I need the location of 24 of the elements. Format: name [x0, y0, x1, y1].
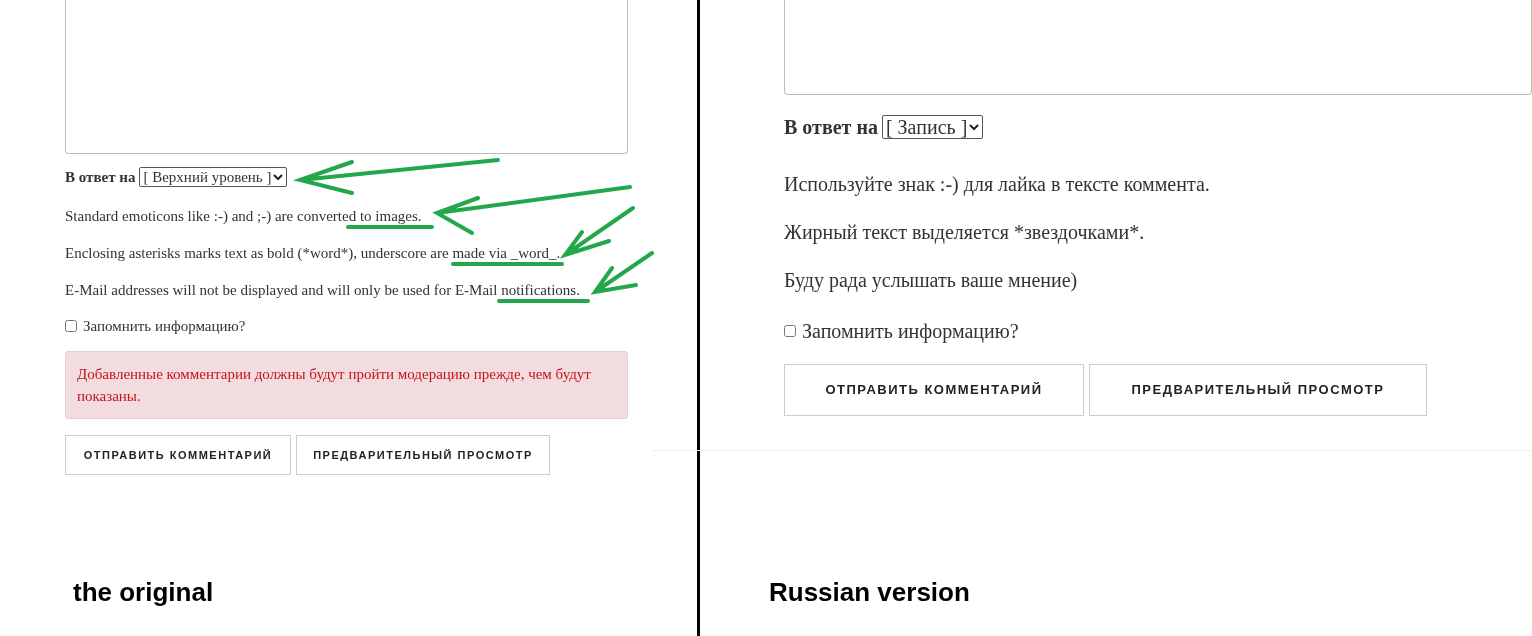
form-button[interactable]: ОТПРАВИТЬ КОММЕНТАРИЙ: [784, 364, 1084, 416]
remember-label: Запомнить информацию?: [802, 319, 1019, 345]
hint-text: Enclosing asterisks marks text as bold (*word*), underscore are made via _word_.: [65, 243, 561, 262]
chevron-down-icon: [273, 173, 284, 181]
reply-label: В ответ на: [65, 168, 136, 187]
hint-text: Используйте знак :-) для лайка в тексте коммента.: [784, 172, 1210, 196]
remember-checkbox[interactable]: [65, 319, 77, 332]
moderation-alert: Добавленные комментарии должны будут пройти модерацию прежде, чем будут показаны.: [65, 351, 628, 419]
arrow-drawing: [590, 251, 654, 295]
hint-text: E-Mail addresses will not be displayed and will only be used for E-Mail notifications.: [65, 280, 580, 299]
hint-text: Буду рада услышать ваше мнение): [784, 268, 1078, 292]
hint-text: Standard emoticons like :-) and ;-) are converted to images.: [65, 206, 422, 225]
reply-select[interactable]: [ Запись ]: [881, 115, 984, 139]
chevron-down-icon: [969, 123, 980, 131]
form-button[interactable]: ПРЕДВАРИТЕЛЬНЫЙ ПРОСМОТР: [1089, 364, 1427, 416]
form-button[interactable]: ОТПРАВИТЬ КОММЕНТАРИЙ: [65, 435, 291, 475]
reply-label: В ответ на: [784, 115, 878, 140]
remember-checkbox[interactable]: [784, 325, 796, 337]
hint-text: Жирный текст выделяется *звездочками*.: [784, 220, 1145, 244]
form-button[interactable]: ПРЕДВАРИТЕЛЬНЫЙ ПРОСМОТР: [296, 435, 550, 475]
reply-select[interactable]: [ Верхний уровень ]: [139, 167, 288, 188]
remember-label: Запомнить информацию?: [83, 316, 246, 336]
caption-text: the original: [73, 576, 215, 609]
caption-text: Russian version: [769, 576, 971, 609]
